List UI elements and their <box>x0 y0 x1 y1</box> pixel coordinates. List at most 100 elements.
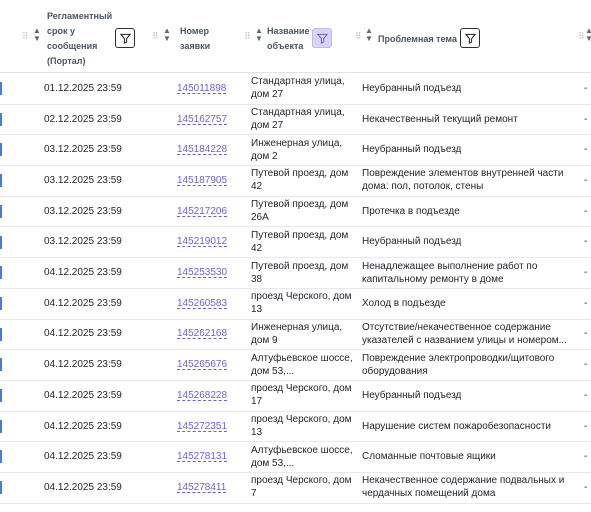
object-name-cell: Путевой проезд, дом 26А <box>251 196 356 227</box>
topic-text: Некачественное содержание подвальных и ч… <box>362 475 565 500</box>
object-name-text: Алтуфьевское шоссе, дом 53,... <box>251 352 353 377</box>
request-number-cell: 145265676 <box>177 349 247 380</box>
table-row[interactable]: 04.12.2025 23:59 145265676 Алтуфьевское … <box>0 349 591 381</box>
request-number-cell: 145011898 <box>177 73 247 104</box>
table-row[interactable]: 04.12.2025 23:59 145272351 проезд Черско… <box>0 411 591 443</box>
header-number-label[interactable]: Номер заявки <box>180 24 225 54</box>
object-name-text: проезд Черского, дом 13 <box>251 291 352 316</box>
sort-icon[interactable]: ▲ ▼ <box>32 27 42 43</box>
request-number-cell: 145184228 <box>177 134 247 165</box>
deadline-cell: 04.12.2025 23:59 <box>44 297 122 309</box>
table-row[interactable]: 04.12.2025 23:59 145278131 Алтуфьевское … <box>0 441 591 474</box>
topic-cell: Повреждение электропроводки/щитового обо… <box>362 349 572 380</box>
object-name-cell: проезд Черского, дом 17 <box>251 380 356 411</box>
topic-cell: Протечка в подъезде <box>362 196 572 227</box>
table-row[interactable]: 04.12.2025 23:59 145253530 Путевой проез… <box>0 257 591 289</box>
deadline-cell: 04.12.2025 23:59 <box>44 451 122 463</box>
table-row[interactable]: 03.12.2025 23:59 145184228 Инженерная ул… <box>0 134 591 167</box>
request-number-link[interactable]: 145011898 <box>177 82 226 95</box>
request-number-link[interactable]: 145217206 <box>177 205 227 218</box>
object-name-cell: Путевой проезд, дом 42 <box>251 165 356 196</box>
topic-cell: Отсутствие/некачественное содержание ука… <box>362 319 572 350</box>
drag-handle-icon[interactable]: ⠿ <box>355 31 362 41</box>
request-number-link[interactable]: 145187905 <box>177 174 227 187</box>
deadline-cell: 04.12.2025 23:59 <box>44 328 122 340</box>
object-name-cell: проезд Черского, дом 13 <box>251 288 356 319</box>
sort-icon[interactable]: ▲ ▼ <box>364 27 374 43</box>
header-topic-label[interactable]: Проблемная тема <box>378 32 463 47</box>
request-number-link[interactable]: 145272351 <box>177 420 227 433</box>
next-column-cell: - <box>584 82 588 94</box>
drag-handle-icon[interactable]: ⠿ <box>22 31 29 41</box>
request-number-link[interactable]: 145262168 <box>177 327 227 340</box>
filter-icon <box>316 33 328 44</box>
request-number-cell: 145272351 <box>177 411 247 442</box>
topic-cell: Нарушение систем пожаробезопасности <box>362 411 572 442</box>
request-number-cell: 145162757 <box>177 104 247 135</box>
object-name-text: Алтуфьевское шоссе, дом 53,... <box>251 444 353 469</box>
request-number-link[interactable]: 145265676 <box>177 358 227 371</box>
next-column-cell: - <box>584 236 588 248</box>
object-name-text: Путевой проезд, дом 42 <box>251 168 349 193</box>
request-number-cell: 145217206 <box>177 196 247 227</box>
topic-cell: Неубранный подъезд <box>362 227 572 258</box>
drag-handle-icon[interactable]: ⠿ <box>244 31 251 41</box>
table-row[interactable]: 03.12.2025 23:59 145219012 Путевой проез… <box>0 227 591 259</box>
deadline-cell: 01.12.2025 23:59 <box>44 82 122 94</box>
object-name-cell: Путевой проезд, дом 42 <box>251 227 356 258</box>
object-name-cell: Путевой проезд, дом 38 <box>251 257 356 288</box>
request-number-link[interactable]: 145162757 <box>177 113 227 126</box>
row-marker <box>0 296 2 310</box>
deadline-cell: 02.12.2025 23:59 <box>44 113 122 125</box>
table-row[interactable]: 04.12.2025 23:59 145268228 проезд Черско… <box>0 380 591 412</box>
request-number-cell: 145219012 <box>177 227 247 258</box>
table-row[interactable]: 04.12.2025 23:59 145262168 Инженерная ул… <box>0 319 591 351</box>
topic-text: Неубранный подъезд <box>362 236 462 248</box>
request-number-link[interactable]: 145253530 <box>177 266 227 279</box>
topic-text: Отсутствие/некачественное содержание ука… <box>362 321 567 346</box>
request-number-link[interactable]: 145278411 <box>177 481 226 494</box>
deadline-cell: 03.12.2025 23:59 <box>44 144 122 156</box>
filter-icon <box>464 33 476 44</box>
row-marker <box>0 389 2 402</box>
topic-cell: Холод в подъезде <box>362 288 572 319</box>
table-row[interactable]: 03.12.2025 23:59 145217206 Путевой проез… <box>0 196 591 228</box>
row-marker <box>0 450 2 464</box>
deadline-cell: 04.12.2025 23:59 <box>44 359 122 371</box>
request-number-link[interactable]: 145219012 <box>177 235 227 248</box>
request-number-link[interactable]: 145278131 <box>177 450 227 463</box>
topic-cell: Неубранный подъезд <box>362 134 572 165</box>
header-number: ⠿ ▲ ▼ Номер заявки <box>150 0 245 72</box>
row-marker <box>0 82 2 95</box>
drag-handle-icon[interactable]: ⠿ <box>152 31 159 41</box>
filter-button-deadline[interactable] <box>115 28 135 48</box>
object-name-text: проезд Черского, дом 13 <box>251 414 352 439</box>
next-column-cell: - <box>584 205 588 217</box>
table-row[interactable]: 03.12.2025 23:59 145187905 Путевой проез… <box>0 165 591 197</box>
row-marker <box>0 235 2 249</box>
deadline-cell: 04.12.2025 23:59 <box>44 420 122 432</box>
sort-icon[interactable]: ▲ ▼ <box>254 27 264 43</box>
table-row[interactable]: 04.12.2025 23:59 145260583 проезд Черско… <box>0 288 591 320</box>
topic-cell: Неубранный подъезд <box>362 380 572 411</box>
topic-text: Повреждение электропроводки/щитового обо… <box>362 352 555 377</box>
object-name-cell: проезд Черского, дом 13 <box>251 411 356 442</box>
table-row[interactable]: 02.12.2025 23:59 145162757 Стандартная у… <box>0 104 591 136</box>
deadline-cell: 04.12.2025 23:59 <box>44 389 122 401</box>
row-marker <box>0 358 2 372</box>
filter-button-object[interactable] <box>312 28 332 48</box>
header-object-label[interactable]: Название объекта <box>267 24 317 54</box>
topic-cell: Неубранный подъезд <box>362 73 572 104</box>
filter-button-topic[interactable] <box>460 28 480 48</box>
sort-icon[interactable]: ▲ ▼ <box>584 27 591 43</box>
table-row[interactable]: 04.12.2025 23:59 145278411 проезд Черско… <box>0 472 591 504</box>
request-number-link[interactable]: 145268228 <box>177 389 227 402</box>
request-number-link[interactable]: 145260583 <box>177 297 227 310</box>
deadline-cell: 03.12.2025 23:59 <box>44 174 122 186</box>
topic-text: Повреждение элементов внутренней части д… <box>362 168 564 193</box>
request-number-link[interactable]: 145184228 <box>177 143 227 156</box>
sort-icon[interactable]: ▲ ▼ <box>162 27 172 43</box>
table-row[interactable]: 01.12.2025 23:59 145011898 Стандартная у… <box>0 73 591 105</box>
request-number-cell: 145187905 <box>177 165 247 196</box>
topic-cell: Сломанные почтовые ящики <box>362 441 572 472</box>
